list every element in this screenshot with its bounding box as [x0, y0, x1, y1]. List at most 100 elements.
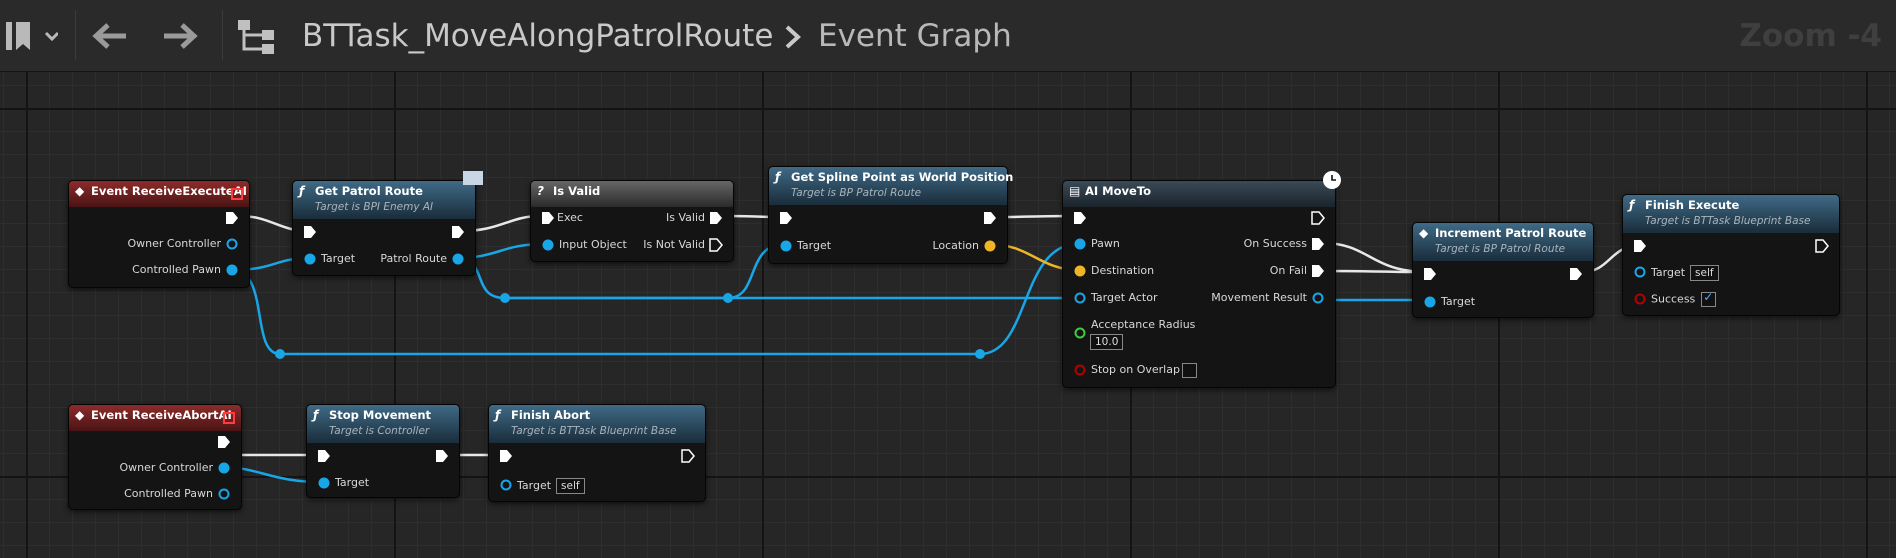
- on-fail-pin[interactable]: [1311, 264, 1325, 278]
- destination-pin-label: Destination: [1091, 264, 1155, 277]
- exec-out-pin[interactable]: [217, 435, 231, 449]
- function-icon: ƒ: [495, 408, 501, 422]
- target-pin[interactable]: [317, 476, 331, 490]
- exec-in-pin[interactable]: [499, 449, 513, 463]
- node-subtitle: Target is BPI Enemy AI: [315, 201, 434, 213]
- success-pin-label: Success: [1651, 292, 1696, 306]
- stop-movement-node[interactable]: ƒ Stop Movement Target is Controller Tar…: [306, 404, 460, 498]
- bookmark-button[interactable]: [4, 14, 60, 58]
- pawn-pin[interactable]: [1073, 237, 1087, 251]
- exec-in-pin[interactable]: [1423, 267, 1437, 281]
- exec-out-pin[interactable]: [1815, 239, 1829, 253]
- target-self-input[interactable]: self: [556, 478, 585, 494]
- exec-out-pin[interactable]: [1311, 211, 1325, 225]
- exec-out-pin[interactable]: [225, 211, 239, 225]
- owner-controller-pin-label: Owner Controller: [119, 461, 213, 474]
- is-not-valid-exec-pin[interactable]: [709, 238, 723, 252]
- target-pin-label: Target: [1441, 295, 1476, 308]
- input-object-pin[interactable]: [541, 238, 555, 252]
- exec-in-pin[interactable]: [1633, 239, 1647, 253]
- exec-out-pin[interactable]: [983, 211, 997, 225]
- breadcrumb-chevron-icon: [783, 24, 803, 54]
- graph-toolbar: BTTask_MoveAlongPatrolRoute Event Graph …: [0, 0, 1896, 72]
- ai-moveto-node[interactable]: ▤ AI MoveTo Pawn On Success Destination …: [1062, 171, 1341, 388]
- acceptance-radius-label: Acceptance Radius: [1091, 318, 1196, 331]
- back-button[interactable]: [88, 14, 132, 58]
- exec-out-pin[interactable]: [435, 449, 449, 463]
- node-header: ? Is Valid: [531, 181, 733, 207]
- target-self-input[interactable]: self: [1690, 265, 1719, 281]
- node-header: ƒ Get Spline Point as World Position Tar…: [769, 167, 1013, 205]
- exec-in-pin[interactable]: [317, 449, 331, 463]
- node-header: ƒ Finish Abort Target is BTTask Blueprin…: [489, 405, 705, 443]
- is-valid-exec-pin[interactable]: [709, 211, 723, 225]
- owner-controller-pin[interactable]: [217, 461, 231, 475]
- target-pin[interactable]: [779, 239, 793, 253]
- stop-on-overlap-pin[interactable]: [1073, 363, 1087, 377]
- node-title: Stop Movement: [329, 408, 432, 422]
- node-title: Get Patrol Route: [315, 184, 423, 198]
- node-subtitle: Target is BP Patrol Route: [1435, 243, 1566, 255]
- exec-in-pin[interactable]: [303, 225, 317, 239]
- increment-patrol-route-node[interactable]: ◆ Increment Patrol Route Target is BP Pa…: [1412, 222, 1594, 318]
- pawn-pin-label: Pawn: [1091, 237, 1120, 250]
- controlled-pawn-pin[interactable]: [225, 263, 239, 277]
- toolbar-separator: [75, 10, 76, 60]
- target-actor-pin-label: Target Actor: [1091, 291, 1158, 304]
- target-pin[interactable]: [1423, 295, 1437, 309]
- node-title: Is Valid: [553, 184, 601, 198]
- exec-out-pin[interactable]: [681, 449, 695, 463]
- get-patrol-route-node[interactable]: ƒ Get Patrol Route Target is BPI Enemy A…: [292, 171, 483, 276]
- function-icon: ƒ: [299, 184, 305, 198]
- graph-canvas[interactable]: ◆ Event ReceiveExecuteAI Owner Controlle…: [0, 72, 1896, 558]
- target-pin[interactable]: [1633, 265, 1647, 279]
- finish-execute-node[interactable]: ƒ Finish Execute Target is BTTask Bluepr…: [1622, 194, 1840, 316]
- finish-abort-node[interactable]: ƒ Finish Abort Target is BTTask Blueprin…: [488, 404, 706, 502]
- message-icon: [463, 171, 483, 185]
- success-checkbox[interactable]: ✓: [1701, 290, 1717, 307]
- breadcrumb-graph[interactable]: Event Graph: [818, 14, 1012, 58]
- function-icon: ƒ: [1629, 198, 1635, 212]
- node-header: ◆ Increment Patrol Route Target is BP Pa…: [1413, 223, 1593, 261]
- owner-controller-pin[interactable]: [225, 237, 239, 251]
- breadcrumb-blueprint[interactable]: BTTask_MoveAlongPatrolRoute: [302, 14, 773, 58]
- is-valid-node[interactable]: ? Is Valid Exec Is Valid Input Object Is…: [530, 180, 734, 262]
- node-header: ▤ AI MoveTo: [1063, 181, 1335, 207]
- controlled-pawn-pin[interactable]: [217, 487, 231, 501]
- target-pin[interactable]: [499, 478, 513, 492]
- target-pin-label: Target: [335, 476, 370, 489]
- function-icon: ƒ: [313, 408, 319, 422]
- acceptance-radius-pin[interactable]: [1073, 326, 1087, 340]
- exec-in-pin[interactable]: [1073, 211, 1087, 225]
- movement-result-pin[interactable]: [1311, 291, 1325, 305]
- target-actor-pin[interactable]: [1073, 291, 1087, 305]
- event-receive-execute-ai-node[interactable]: ◆ Event ReceiveExecuteAI Owner Controlle…: [68, 180, 250, 288]
- owner-controller-pin-label: Owner Controller: [127, 237, 221, 250]
- get-spline-point-node[interactable]: ƒ Get Spline Point as World Position Tar…: [768, 166, 1013, 264]
- on-success-pin-label: On Success: [1243, 237, 1307, 250]
- exec-out-pin[interactable]: [1569, 267, 1583, 281]
- exec-out-pin[interactable]: [451, 225, 465, 239]
- event-receive-abort-ai-node[interactable]: ◆ Event ReceiveAbortAI Owner Controller …: [68, 404, 242, 510]
- chevron-down-icon: [44, 31, 58, 42]
- on-success-pin[interactable]: [1311, 237, 1325, 251]
- on-fail-pin-label: On Fail: [1269, 264, 1307, 277]
- event-icon: ◆: [75, 184, 85, 198]
- destination-pin[interactable]: [1073, 264, 1087, 278]
- exec-in-pin[interactable]: [541, 211, 555, 225]
- exec-pin-label: Exec: [557, 211, 583, 224]
- target-pin-label: Target: [321, 252, 356, 265]
- stop-on-overlap-checkbox[interactable]: [1182, 363, 1197, 378]
- wires-layer: [219, 214, 1639, 484]
- target-pin[interactable]: [303, 252, 317, 266]
- exec-in-pin[interactable]: [779, 211, 793, 225]
- node-title: Event ReceiveExecuteAI: [91, 184, 247, 198]
- hierarchy-button[interactable]: [234, 14, 278, 58]
- acceptance-radius-input[interactable]: 10.0: [1090, 334, 1124, 350]
- patrol-route-pin[interactable]: [451, 252, 465, 266]
- success-pin[interactable]: [1633, 292, 1647, 306]
- forward-button[interactable]: [158, 14, 202, 58]
- toolbar-separator: [222, 10, 223, 60]
- location-pin[interactable]: [983, 239, 997, 253]
- node-subtitle: Target is BTTask Blueprint Base: [1645, 215, 1811, 227]
